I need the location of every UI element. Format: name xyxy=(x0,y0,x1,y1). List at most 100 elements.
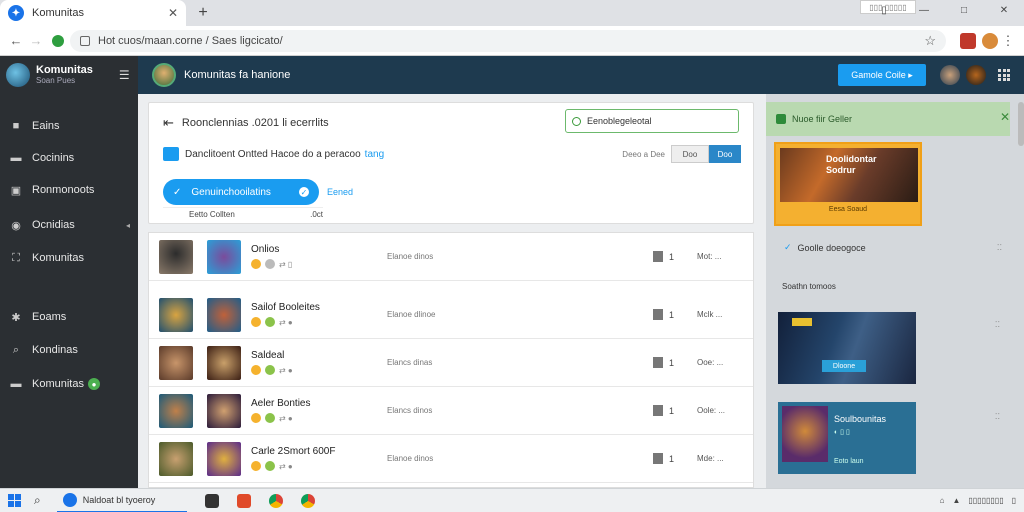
card-2-link[interactable]: Eoto laun xyxy=(834,458,864,465)
list-item[interactable]: Sailof Booleites ⇄ ● Elanoe dlinoe 1 Mcl… xyxy=(149,291,753,339)
minimize-button[interactable]: — xyxy=(904,0,944,20)
brand[interactable]: Komunitas Soan Pues ☰ xyxy=(0,56,138,94)
browser-tab[interactable]: ✦ Komunitas ✕ xyxy=(0,0,186,26)
card-2-icons: ◐ ▯ ▯ xyxy=(834,429,850,436)
search-placeholder: Eenoblegeleotal xyxy=(587,116,652,126)
page-info-icon[interactable] xyxy=(80,35,90,46)
sidebar-item-7[interactable]: ⌕ Kondinas xyxy=(0,337,138,363)
tray-clock[interactable]: ▯▯▯▯▯▯▯▯ xyxy=(968,496,1003,505)
row-status: Mclk ... xyxy=(697,310,723,319)
notification-icon[interactable]: ▯ xyxy=(1012,496,1016,505)
sidebar-item-2[interactable]: ▬ Cocinins xyxy=(0,145,138,171)
user-avatar-1[interactable] xyxy=(940,65,960,85)
collapse-arrow-icon[interactable]: ◂ xyxy=(126,221,130,230)
filter-pill-button[interactable]: ✓ Genuinchooilatins ✓ xyxy=(163,179,319,205)
apps-grid-icon[interactable] xyxy=(998,69,1010,81)
panel-scrollbar[interactable] xyxy=(1018,102,1024,146)
sidebar-item-8[interactable]: ▬ Komunitas ● xyxy=(0,371,138,397)
list-item[interactable]: Aeler Bonties ⇄ ● Elancs dinos 1 Oole: .… xyxy=(149,387,753,435)
bookmark-star-icon[interactable]: ☆ xyxy=(924,33,936,49)
taskbar-app-icon-2[interactable] xyxy=(236,493,251,508)
card-2-image xyxy=(782,406,828,462)
list-item[interactable]: Onlios ⇄ ▯ Elanoe dinos 1 Mot: ... xyxy=(149,233,753,281)
brand-subtitle: Soan Pues xyxy=(36,76,76,85)
document-icon xyxy=(653,453,663,464)
home-icon: ■ xyxy=(12,120,20,132)
browser-menu-icon[interactable]: ⋮ xyxy=(998,31,1018,51)
chrome-icon[interactable] xyxy=(268,493,283,508)
sort-apply-button[interactable]: Doo xyxy=(709,145,741,163)
forward-arrow-icon[interactable]: → xyxy=(26,31,46,51)
extension-profile-icon[interactable] xyxy=(960,32,976,49)
row-status: Mot: ... xyxy=(697,252,722,261)
search-icon xyxy=(572,116,581,126)
status-dot-icon xyxy=(265,259,275,269)
tray-icon-1[interactable]: ⌂ xyxy=(940,496,945,505)
sidebar-item-3[interactable]: ▣ Ronmonoots xyxy=(0,177,138,203)
page-title: Roonclennias .0201 li ecerrlits xyxy=(181,117,329,129)
maximize-button[interactable]: □ xyxy=(944,0,984,20)
featured-card-1[interactable]: Dloone xyxy=(778,312,916,384)
more-options-icon[interactable]: ⁚⁚ xyxy=(997,243,1002,252)
more-options-icon[interactable]: ⁚⁚ xyxy=(995,320,1000,329)
chrome-icon-2[interactable] xyxy=(300,493,315,508)
row-meta: Elanoe dlinoe xyxy=(387,310,436,319)
tab-close-icon[interactable]: ✕ xyxy=(168,6,178,20)
panel-section-title: Soathn tomoos xyxy=(782,282,836,291)
hamburger-menu-icon[interactable]: ☰ xyxy=(119,68,130,82)
sidebar-item-label: Komunitas xyxy=(32,378,84,390)
reload-icon[interactable] xyxy=(52,34,64,47)
featured-card-2[interactable]: Soulbounitas ◐ ▯ ▯ Eoto laun xyxy=(778,402,916,474)
card-badge xyxy=(792,318,812,326)
close-window-button[interactable]: ✕ xyxy=(984,0,1024,20)
taskbar-app-button[interactable]: Naldoat bl tyoeroy xyxy=(56,489,187,512)
sidebar-item-4[interactable]: ◉ Ocnidias ◂ xyxy=(0,212,138,238)
pill-toggle-icon: ✓ xyxy=(299,187,309,197)
game-thumbnail xyxy=(207,239,241,274)
puzzle-icon: ✱ xyxy=(11,311,21,324)
new-tab-button[interactable]: + xyxy=(190,0,216,26)
taskbar-search-icon[interactable]: ⌕ xyxy=(34,493,41,508)
sidebar-item-1[interactable]: ■ Eains xyxy=(0,113,138,139)
member-avatar xyxy=(159,345,193,380)
back-icon[interactable]: ⇤ xyxy=(163,115,174,131)
more-options-icon[interactable]: ⁚⁚ xyxy=(995,412,1000,421)
card-2-title: Soulbounitas xyxy=(834,414,887,424)
pill-side-link[interactable]: Eened xyxy=(327,187,353,197)
header-action-button[interactable]: Gamole Coile ▸ xyxy=(838,64,926,86)
promo-link[interactable]: Eesa Soaud xyxy=(776,206,920,213)
extension-cookie-icon[interactable] xyxy=(982,32,998,49)
tray-icon-2[interactable]: ▲ xyxy=(952,496,960,505)
address-bar: ← → Hot cuos/maan.corne / Saes ligcicato… xyxy=(0,26,1024,56)
game-thumbnail xyxy=(207,345,241,380)
swap-icon: ⇄ ● xyxy=(279,317,293,327)
taskbar-app-icon-1[interactable] xyxy=(204,493,219,508)
sort-select[interactable]: Doo xyxy=(671,145,709,163)
panel-title: Nuoe fiir Geller xyxy=(792,114,853,124)
close-icon[interactable]: ✕ xyxy=(1000,110,1010,124)
start-button-icon[interactable] xyxy=(8,493,22,508)
app-icon xyxy=(62,492,77,507)
search-input[interactable]: Eenoblegeleotal xyxy=(565,109,739,133)
sidebar-item-6[interactable]: ✱ Eoams xyxy=(0,304,138,330)
promo-title: Doolidontar Sodrur xyxy=(826,154,877,175)
sidebar-item-5[interactable]: ⛶ Komunitas xyxy=(0,245,138,271)
window-extra-button[interactable]: ▯ xyxy=(864,0,904,20)
gold-coin-icon xyxy=(251,365,261,375)
card-1-button[interactable]: Dloone xyxy=(822,360,866,372)
row-meta: Elancs dinos xyxy=(387,406,433,415)
swap-icon: ⇄ ▯ xyxy=(279,259,293,269)
panel-list-item[interactable]: ✓ Goolle doeogoce ⁚⁚ xyxy=(784,242,1014,253)
url-field[interactable]: Hot cuos/maan.corne / Saes ligcicato/ ☆ xyxy=(70,29,946,52)
user-avatar-2[interactable] xyxy=(966,65,986,85)
list-item[interactable]: Saldeal ⇄ ● Elancs dinas 1 Ooe: ... xyxy=(149,339,753,387)
description-link[interactable]: tang xyxy=(365,149,384,160)
brand-name: Komunitas xyxy=(36,64,93,76)
browser-tabstrip: ✦ Komunitas ✕ + ▯▯▯ ▯▯▯▯▯ ▯ — □ ✕ xyxy=(0,0,1024,26)
filter-input-row[interactable]: Eetto Collten .0ct xyxy=(163,207,323,221)
back-arrow-icon[interactable]: ← xyxy=(6,31,26,51)
taskbar-app-label: Naldoat bl tyoeroy xyxy=(82,494,156,505)
promo-card[interactable]: Doolidontar Sodrur Eesa Soaud xyxy=(774,142,922,226)
sidebar-item-label: Ronmonoots xyxy=(32,184,95,196)
list-item[interactable]: Carle 2Smort 600F ⇄ ● Elanoe dinos 1 Mde… xyxy=(149,435,753,483)
